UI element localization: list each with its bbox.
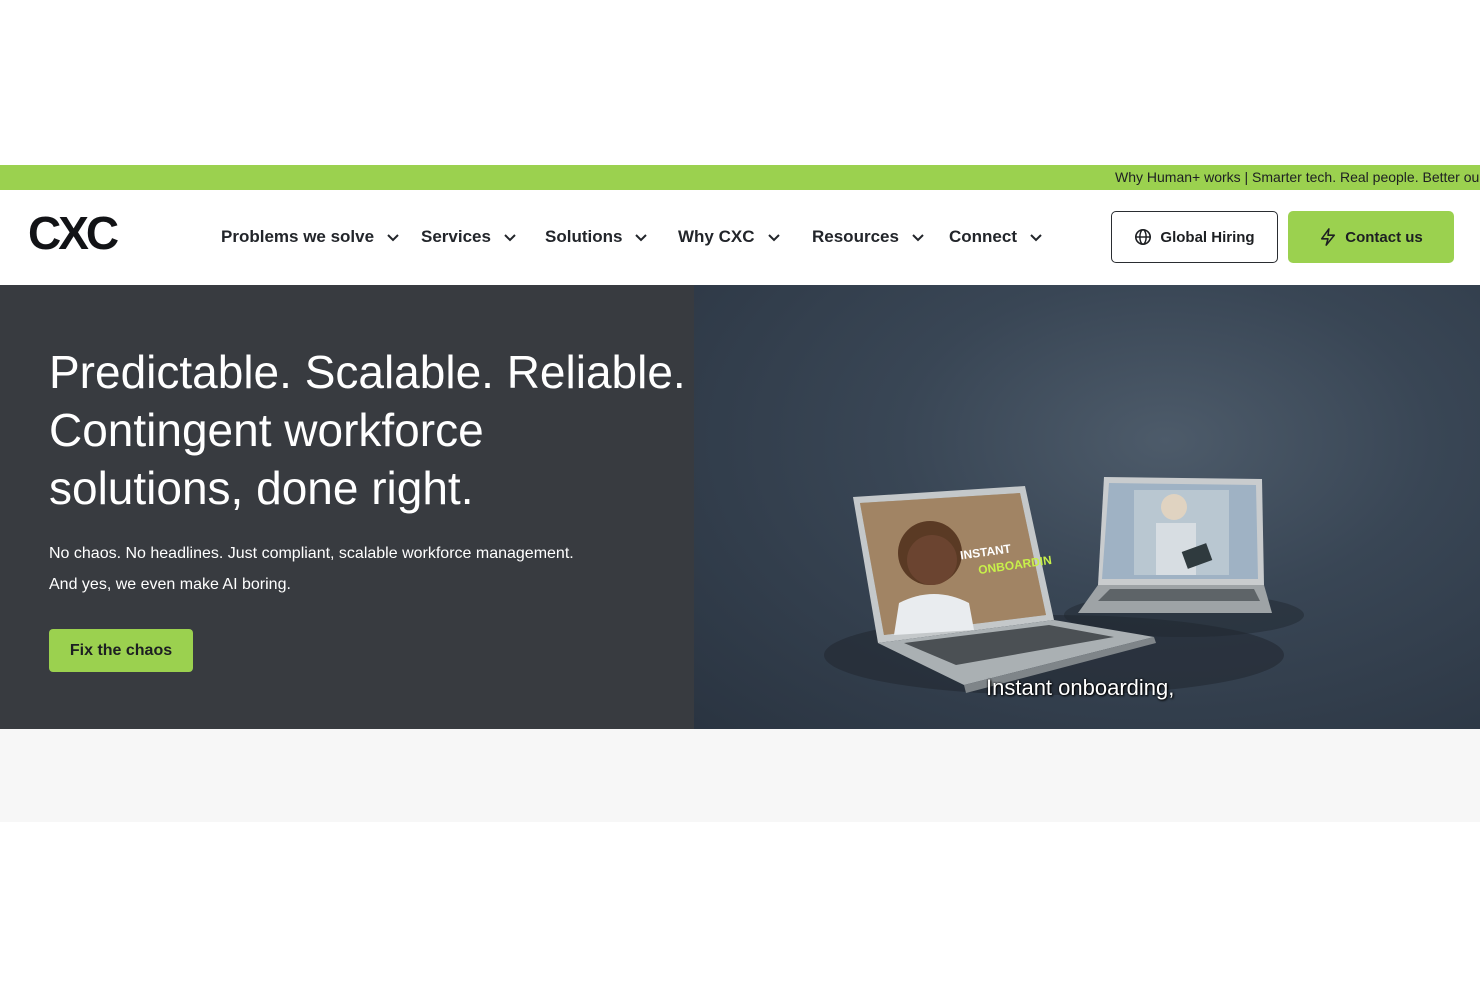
announcement-ticker[interactable]: Why Human+ works | Smarter tech. Real pe… [0, 165, 1480, 190]
hero-title-line: Contingent workforce [49, 404, 484, 456]
site-header: CXC Problems we solve Services Solutions… [0, 190, 1480, 285]
hero-title-line: Predictable. Scalable. Reliable. [49, 346, 686, 398]
nav-label: Why CXC [678, 227, 755, 246]
chevron-down-icon [635, 234, 648, 242]
hero-section: Predictable. Scalable. Reliable. Conting… [0, 285, 1480, 729]
ticker-text: Why Human+ works | Smarter tech. Real pe… [1115, 169, 1480, 185]
hero-title: Predictable. Scalable. Reliable. Conting… [49, 343, 686, 517]
top-whitespace [0, 0, 1480, 165]
nav-solutions[interactable]: Solutions [545, 224, 648, 250]
nav-services[interactable]: Services [421, 224, 517, 250]
nav-label: Resources [812, 227, 899, 246]
contact-us-button[interactable]: Contact us [1288, 211, 1454, 263]
nav-why-cxc[interactable]: Why CXC [678, 224, 781, 250]
logo-text: CXC [28, 212, 118, 256]
chevron-down-icon [1030, 234, 1042, 242]
contact-us-label: Contact us [1345, 228, 1423, 246]
nav-label: Problems we solve [221, 227, 375, 246]
below-hero-band [0, 729, 1480, 822]
global-hiring-button[interactable]: Global Hiring [1111, 211, 1278, 263]
nav-connect[interactable]: Connect [949, 224, 1043, 250]
hero-title-line: solutions, done right. [49, 462, 474, 514]
hero-text-panel: Predictable. Scalable. Reliable. Conting… [0, 285, 694, 729]
hero-subtitle-line: And yes, we even make AI boring. [49, 576, 291, 593]
hero-subtitle: No chaos. No headlines. Just compliant, … [49, 538, 649, 600]
chevron-down-icon [504, 234, 516, 242]
hero-video[interactable]: INSTANT ONBOARDIN Instant onboarding, [694, 285, 1480, 729]
laptops-illustration [824, 477, 1304, 695]
fix-the-chaos-button[interactable]: Fix the chaos [49, 629, 193, 672]
cxc-logo[interactable]: CXC [28, 212, 132, 256]
chevron-down-icon [387, 234, 399, 242]
chevron-down-icon [767, 234, 780, 242]
nav-label: Services [421, 227, 491, 246]
globe-icon [1135, 228, 1152, 246]
nav-label: Connect [949, 227, 1017, 246]
nav-resources[interactable]: Resources [812, 224, 925, 250]
hero-subtitle-line: No chaos. No headlines. Just compliant, … [49, 545, 574, 562]
video-caption: Instant onboarding, [986, 675, 1175, 700]
nav-label: Solutions [545, 227, 623, 246]
global-hiring-label: Global Hiring [1160, 228, 1255, 246]
lightning-icon [1321, 228, 1336, 246]
chevron-down-icon [912, 234, 924, 242]
nav-problems-we-solve[interactable]: Problems we solve [221, 224, 400, 250]
